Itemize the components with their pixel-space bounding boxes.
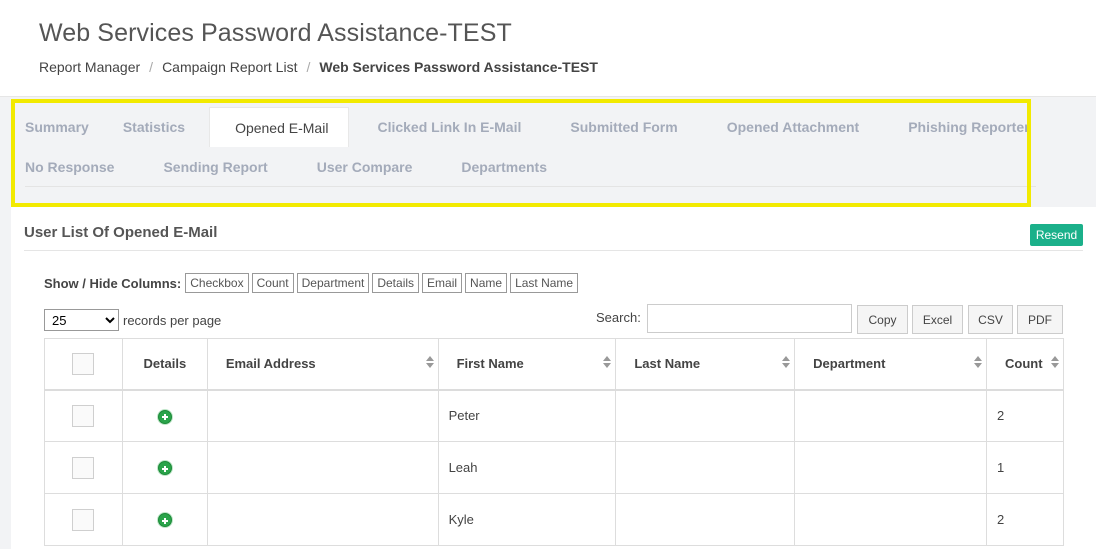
cell-count: 1: [985, 441, 1065, 494]
row-checkbox[interactable]: [72, 508, 95, 531]
row-checkbox[interactable]: [72, 456, 95, 479]
cell-email: [206, 441, 439, 494]
breadcrumb-current: Web Services Password Assistance-TEST: [319, 59, 598, 75]
resend-button[interactable]: Resend: [1030, 224, 1083, 246]
table-row: Kyle 2: [44, 493, 1065, 546]
column-visibility-toolbar: Show / Hide Columns: Checkbox Count Depa…: [44, 273, 581, 293]
sort-icon: [425, 356, 434, 370]
toggle-name-column[interactable]: Name: [465, 273, 508, 293]
cell-first-name: Leah: [437, 441, 617, 494]
copy-button[interactable]: Copy: [857, 305, 908, 334]
row-details-cell: [121, 493, 208, 546]
cell-last-name: [615, 441, 796, 494]
cell-email: [206, 389, 439, 442]
tab-user-compare[interactable]: User Compare: [292, 147, 437, 187]
tab-opened-attachment[interactable]: Opened Attachment: [702, 107, 884, 147]
breadcrumb-separator: /: [149, 59, 154, 75]
header-first-name[interactable]: First Name: [437, 338, 617, 391]
cell-count: 2: [985, 493, 1065, 546]
toggle-department-column[interactable]: Department: [296, 273, 370, 293]
cell-count: 2: [985, 389, 1065, 442]
search-input[interactable]: [647, 304, 852, 333]
tab-statistics[interactable]: Statistics: [113, 107, 209, 147]
table-row: Leah 1: [44, 441, 1065, 494]
row-details-cell: [121, 389, 208, 442]
expand-details-icon[interactable]: [157, 461, 172, 476]
header-department-label: Department: [813, 356, 886, 372]
breadcrumb-report-manager[interactable]: Report Manager: [39, 59, 140, 75]
report-tabs: Summary Statistics Opened E-Mail Clicked…: [11, 97, 1096, 207]
row-checkbox[interactable]: [72, 404, 95, 427]
header-count[interactable]: Count: [985, 338, 1065, 391]
section-title: User List Of Opened E-Mail: [24, 224, 218, 241]
header-first-name-label: First Name: [456, 356, 524, 372]
expand-details-icon[interactable]: [157, 409, 172, 424]
header-count-label: Count: [1004, 356, 1043, 372]
header-details: Details: [121, 338, 208, 391]
toggle-checkbox-column[interactable]: Checkbox: [185, 273, 249, 293]
toggle-details-column[interactable]: Details: [372, 273, 420, 293]
page-header: Web Services Password Assistance-TEST Re…: [0, 0, 1096, 97]
tab-opened-email[interactable]: Opened E-Mail: [209, 107, 350, 147]
cell-last-name: [615, 493, 796, 546]
row-select-cell: [44, 389, 123, 442]
toggle-last-name-column[interactable]: Last Name: [510, 273, 579, 293]
column-visibility-label: Show / Hide Columns:: [44, 275, 182, 291]
table-row: Peter 2: [44, 389, 1065, 442]
breadcrumb: Report Manager / Campaign Report List / Web …: [39, 59, 598, 75]
header-last-name-label: Last Name: [634, 356, 701, 372]
excel-button[interactable]: Excel: [912, 305, 963, 334]
cell-first-name: Peter: [437, 389, 617, 442]
header-department[interactable]: Department: [794, 338, 987, 391]
tab-no-response[interactable]: No Response: [11, 147, 138, 187]
breadcrumb-separator: /: [306, 59, 311, 75]
cell-department: [794, 389, 987, 442]
breadcrumb-campaign-report-list[interactable]: Campaign Report List: [162, 59, 297, 75]
tab-submitted-form[interactable]: Submitted Form: [545, 107, 701, 147]
csv-button[interactable]: CSV: [968, 305, 1013, 334]
sort-icon: [603, 356, 612, 370]
tab-sending-report[interactable]: Sending Report: [138, 147, 291, 187]
header-select-all: [44, 338, 123, 391]
select-all-checkbox[interactable]: [72, 352, 95, 375]
toggle-email-column[interactable]: Email: [422, 273, 463, 293]
row-details-cell: [121, 441, 208, 494]
tab-divider: [25, 186, 1036, 187]
sort-icon: [1051, 356, 1059, 370]
tab-clicked-link[interactable]: Clicked Link In E-Mail: [349, 107, 545, 147]
sort-icon: [973, 356, 982, 370]
header-email-address-label: Email Address: [225, 356, 316, 372]
pdf-button[interactable]: PDF: [1017, 305, 1063, 334]
section-divider: [24, 250, 1083, 251]
header-last-name[interactable]: Last Name: [615, 338, 796, 391]
expand-details-icon[interactable]: [157, 513, 172, 528]
tab-row-2: No Response Sending Report User Compare …: [11, 147, 571, 187]
toggle-count-column[interactable]: Count: [251, 273, 294, 293]
users-table: Details Email Address First Name Last Na…: [44, 338, 1065, 546]
search-label: Search:: [596, 310, 641, 325]
table-header-row: Details Email Address First Name Last Na…: [44, 338, 1065, 391]
cell-email: [206, 493, 439, 546]
tab-departments[interactable]: Departments: [436, 147, 571, 187]
records-per-page-label: records per page: [123, 313, 222, 328]
row-select-cell: [44, 493, 123, 546]
header-email-address[interactable]: Email Address: [206, 338, 439, 391]
cell-department: [794, 441, 987, 494]
cell-last-name: [615, 389, 796, 442]
tab-summary[interactable]: Summary: [11, 107, 113, 147]
page-title: Web Services Password Assistance-TEST: [39, 19, 512, 47]
records-per-page-select[interactable]: 25: [44, 309, 119, 331]
tab-phishing-reporter[interactable]: Phishing Reporter: [883, 107, 1053, 147]
tab-row-1: Summary Statistics Opened E-Mail Clicked…: [11, 107, 1054, 147]
report-content: User List Of Opened E-Mail Resend Show /…: [11, 207, 1096, 549]
row-select-cell: [44, 441, 123, 494]
cell-first-name: Kyle: [437, 493, 617, 546]
cell-department: [794, 493, 987, 546]
sort-icon: [782, 356, 791, 370]
